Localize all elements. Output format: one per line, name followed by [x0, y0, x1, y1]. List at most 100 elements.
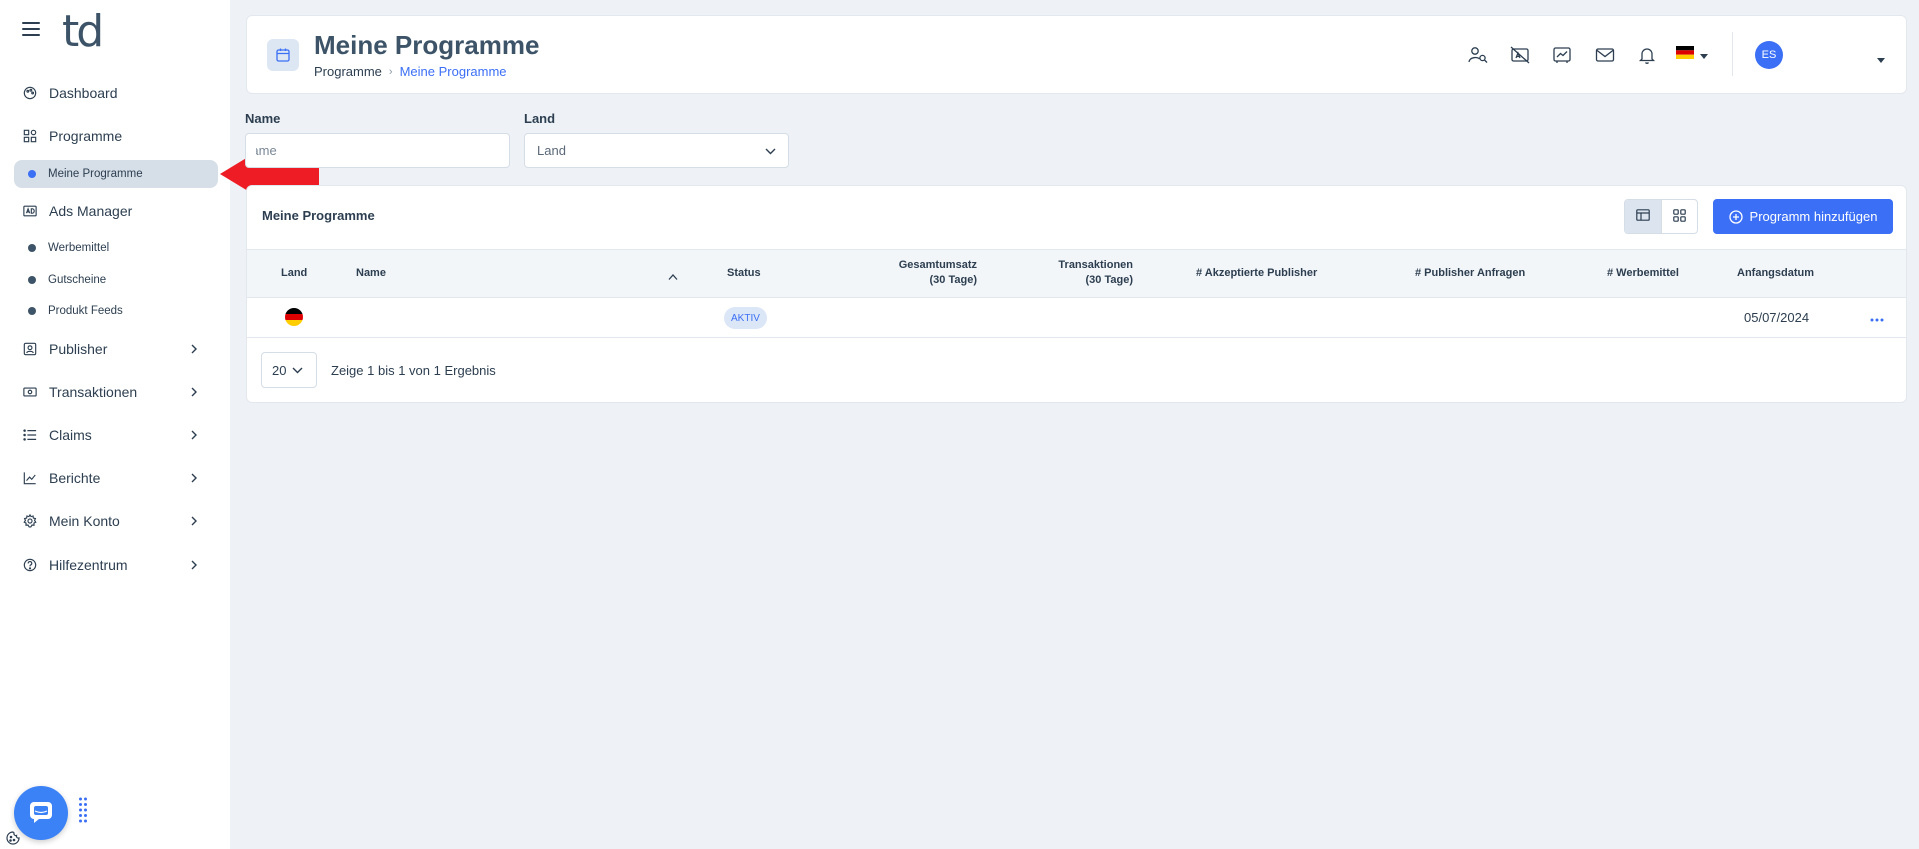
column-header-land[interactable]: Land	[281, 266, 307, 281]
germany-flag-icon	[1676, 46, 1694, 62]
sidebar-item-mein-konto[interactable]: Mein Konto	[22, 509, 208, 533]
user-badge-icon	[22, 341, 38, 357]
more-actions-icon[interactable]	[1869, 312, 1885, 322]
column-header-transaktionen[interactable]: Transaktionen (30 Tage)	[1013, 258, 1133, 288]
sidebar-item-label: Werbemittel	[48, 242, 110, 254]
column-header-publisher-anfragen[interactable]: # Publisher Anfragen	[1415, 266, 1525, 281]
chart-line-icon	[22, 470, 38, 486]
column-header-name[interactable]: Name	[356, 266, 386, 281]
breadcrumb-current[interactable]: Meine Programme	[400, 64, 507, 79]
help-icon	[22, 557, 38, 573]
germany-flag-icon	[285, 308, 303, 326]
sidebar-item-label: Programme	[49, 128, 123, 144]
palette-icon	[22, 85, 38, 101]
sidebar-item-hilfezentrum[interactable]: Hilfezentrum	[22, 553, 208, 577]
chat-button[interactable]	[14, 786, 68, 840]
active-dot	[28, 170, 36, 178]
pagination-info: Zeige 1 bis 1 von 1 Ergebnis	[331, 363, 496, 378]
gear-icon	[22, 513, 38, 529]
sidebar-item-dashboard[interactable]: Dashboard	[22, 81, 208, 105]
logo[interactable]: td	[62, 8, 104, 56]
sidebar-item-berichte[interactable]: Berichte	[22, 466, 208, 490]
name-filter-input[interactable]	[245, 133, 510, 168]
land-filter-select[interactable]: Land	[524, 133, 789, 168]
sidebar-item-meine-programme[interactable]: Meine Programme	[14, 160, 218, 188]
column-header-akzeptierte-publisher[interactable]: # Akzeptierte Publisher	[1196, 266, 1317, 281]
breadcrumb: Programme › Meine Programme	[314, 64, 507, 79]
chart-board-icon[interactable]	[1551, 44, 1573, 66]
page-title: Meine Programme	[314, 30, 540, 60]
cookie-icon[interactable]	[6, 831, 20, 845]
chevron-right-icon	[186, 427, 202, 443]
mail-icon[interactable]	[1594, 44, 1616, 66]
grid-icon	[1672, 208, 1686, 225]
language-select[interactable]	[1676, 46, 1708, 62]
chevron-right-icon	[186, 513, 202, 529]
programs-table-card: Meine Programme Programm hinzufügen Land…	[246, 185, 1907, 403]
land-filter-value: Land	[537, 143, 566, 158]
sidebar-item-gutscheine[interactable]: Gutscheine	[22, 269, 106, 291]
user-menu-caret-icon[interactable]	[1877, 51, 1887, 63]
sidebar-item-label: Mein Konto	[49, 513, 120, 529]
table-header: Land Name Status Gesamtumsatz (30 Tage) …	[247, 249, 1906, 298]
table-row[interactable]: AKTIV 05/07/2024	[247, 298, 1906, 338]
sort-asc-icon[interactable]	[667, 269, 679, 280]
calendar-box-icon	[267, 39, 299, 71]
sidebar-item-produkt-feeds[interactable]: Produkt Feeds	[22, 300, 123, 322]
sidebar-item-programme[interactable]: Programme	[22, 124, 208, 148]
hamburger-menu-icon[interactable]	[22, 22, 40, 36]
cell-anfangsdatum: 05/07/2024	[1744, 310, 1810, 325]
sidebar-item-claims[interactable]: Claims	[22, 423, 208, 447]
sidebar-item-ads-manager[interactable]: Ads Manager	[22, 199, 208, 223]
sidebar-item-label: Berichte	[49, 470, 101, 486]
bell-icon[interactable]	[1636, 44, 1658, 66]
sidebar-item-label: Ads Manager	[49, 203, 133, 219]
sidebar-item-label: Produkt Feeds	[48, 305, 123, 317]
sidebar-item-label: Publisher	[49, 341, 108, 357]
ad-icon	[22, 203, 38, 219]
sidebar-item-label: Gutscheine	[48, 274, 107, 286]
user-search-icon[interactable]	[1467, 44, 1489, 66]
column-header-werbemittel[interactable]: # Werbemittel	[1607, 266, 1679, 281]
table-icon	[1635, 209, 1650, 224]
chevron-right-icon	[186, 341, 202, 357]
divider	[1732, 32, 1733, 76]
caret-down-icon	[1700, 47, 1708, 62]
avatar[interactable]: ES	[1755, 41, 1783, 69]
list-icon	[22, 427, 38, 443]
sidebar-item-transaktionen[interactable]: Transaktionen	[22, 380, 208, 404]
page-size-select[interactable]: 20	[261, 352, 317, 388]
chevron-down-icon	[292, 367, 303, 374]
card-title: Meine Programme	[262, 208, 375, 223]
land-filter-label: Land	[524, 111, 556, 126]
chevron-down-icon	[765, 143, 776, 158]
chevron-right-icon	[186, 557, 202, 573]
add-program-label: Programm hinzufügen	[1749, 209, 1878, 224]
grid-view-button[interactable]	[1660, 200, 1698, 233]
chevron-right-icon	[186, 384, 202, 400]
breadcrumb-root[interactable]: Programme	[314, 64, 382, 79]
drag-handle-icon[interactable]	[78, 796, 88, 824]
plus-circle-icon	[1728, 209, 1743, 224]
column-header-status[interactable]: Status	[727, 266, 761, 281]
page-header: Meine Programme Programme › Meine Progra…	[246, 15, 1907, 94]
sidebar-item-label: Dashboard	[49, 85, 118, 101]
column-header-gesamtumsatz[interactable]: Gesamtumsatz (30 Tage)	[857, 258, 977, 288]
status-badge: AKTIV	[724, 307, 767, 329]
view-toggle	[1624, 199, 1698, 234]
chat-bubble-icon	[27, 799, 55, 828]
sidebar-item-label: Hilfezentrum	[49, 557, 128, 573]
sidebar-item-werbemittel[interactable]: Werbemittel	[22, 237, 109, 259]
sidebar: td Dashboard Programme Meine Programme A…	[0, 0, 230, 849]
money-icon	[22, 384, 38, 400]
add-program-button[interactable]: Programm hinzufügen	[1713, 199, 1893, 234]
sidebar-item-label: Claims	[49, 427, 92, 443]
table-view-button[interactable]	[1625, 200, 1661, 233]
no-ads-icon[interactable]	[1509, 44, 1531, 66]
column-header-anfangsdatum[interactable]: Anfangsdatum	[1737, 266, 1814, 281]
page-size-value: 20	[272, 362, 287, 378]
chevron-right-icon	[186, 470, 202, 486]
breadcrumb-separator-icon: ›	[388, 65, 393, 78]
sidebar-item-label: Meine Programme	[48, 168, 143, 180]
sidebar-item-publisher[interactable]: Publisher	[22, 337, 208, 361]
